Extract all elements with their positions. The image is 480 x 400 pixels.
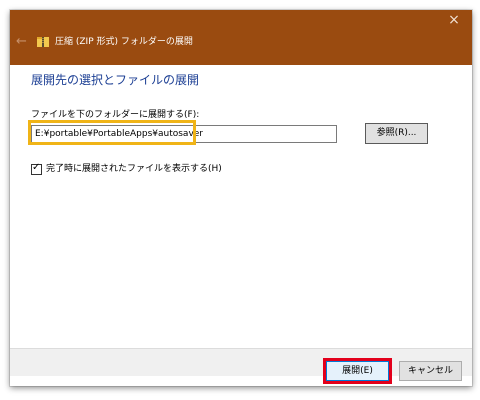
destination-label: ファイルを下のフォルダーに展開する(F):	[31, 110, 200, 120]
back-arrow-icon[interactable]: ←	[16, 35, 30, 49]
show-files-checkbox[interactable]: ✓	[31, 162, 42, 175]
show-files-checkbox-label[interactable]: 完了時に展開されたファイルを表示する(H)	[46, 163, 222, 175]
cancel-button[interactable]: キャンセル	[399, 361, 462, 381]
close-icon[interactable]: ×	[446, 10, 462, 30]
title-bar: × ← 圧縮 (ZIP 形式) フォルダーの展開	[10, 10, 472, 65]
checkmark-icon: ✓	[32, 162, 41, 173]
extract-button[interactable]: 展開(E)	[326, 361, 389, 381]
page-heading: 展開先の選択とファイルの展開	[31, 73, 200, 87]
browse-button[interactable]: 参照(R)...	[365, 123, 428, 144]
window-title: 圧縮 (ZIP 形式) フォルダーの展開	[55, 37, 193, 47]
extract-dialog-window: × ← 圧縮 (ZIP 形式) フォルダーの展開	[10, 10, 472, 386]
destination-path-input[interactable]	[31, 125, 337, 143]
zip-folder-icon	[37, 37, 49, 47]
